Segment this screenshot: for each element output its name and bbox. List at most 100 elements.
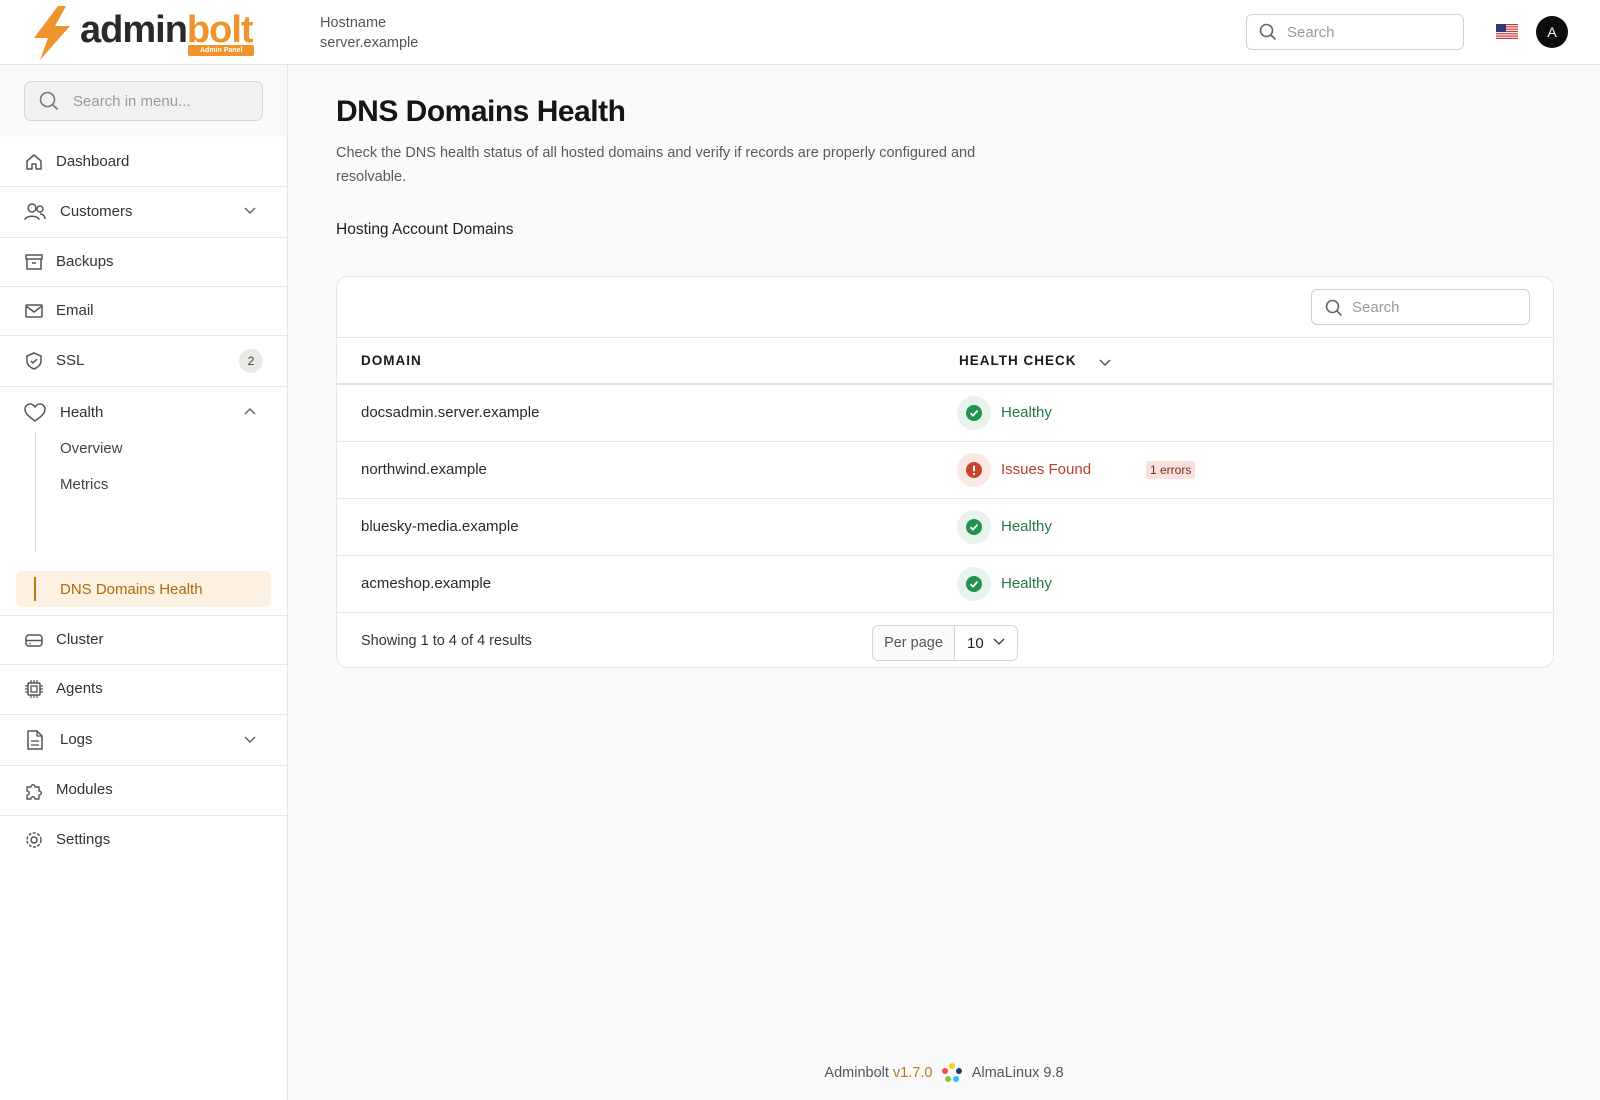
hostname-label: Hostname [320,15,387,31]
app-footer: Adminbolt v1.7.0 AlmaLinux 9.8 [288,1061,1600,1085]
table-row: docsadmin.server.example Healthy [337,385,1553,442]
domain-cell: northwind.example [361,461,487,478]
menu-search-input[interactable]: Search in menu... [24,81,263,121]
table-search-input[interactable]: Search [1311,289,1530,325]
mail-icon [25,304,43,318]
sidebar-subitem-dns-domains-health[interactable]: DNS Domains Health [60,581,203,598]
archive-icon [25,254,43,270]
healthy-status-icon [957,567,991,601]
sidebar-item-cluster[interactable]: Cluster [0,616,287,665]
puzzle-icon [26,784,42,800]
table-header: DOMAIN HEALTH CHECK [337,337,1553,385]
heart-icon [24,403,46,422]
sidebar-item-health: Health Overview Metrics DNS Domains Heal… [0,387,287,616]
healthy-status-icon [957,510,991,544]
sidebar-item-settings[interactable]: Settings [0,816,287,865]
exclamation-circle-icon [966,462,982,478]
status-text: Healthy [1001,518,1052,535]
check-circle-icon [966,519,982,535]
sidebar-item-label: Agents [56,680,103,697]
hostname-value: server.example [320,35,419,51]
file-icon [27,730,43,750]
chip-icon [25,680,43,698]
sidebar-item-agents[interactable]: Agents [0,665,287,715]
page-description: Check the DNS health status of all hoste… [336,145,976,185]
status-text: Issues Found [1001,461,1092,478]
column-header-health-check[interactable]: HEALTH CHECK [959,353,1077,368]
status-text: Healthy [1001,575,1052,592]
us-flag-icon[interactable] [1496,24,1518,39]
sidebar-search-area: Search in menu... [0,65,287,137]
app-name: Adminbolt [824,1064,889,1081]
global-search-input[interactable]: Search [1246,14,1464,50]
server-icon [25,634,43,647]
sidebar-subitem-metrics[interactable]: Metrics [60,476,108,493]
home-icon [26,154,42,170]
global-search-placeholder: Search [1287,24,1335,41]
os-name: AlmaLinux 9.8 [971,1064,1064,1081]
sidebar-item-label: Modules [56,781,113,798]
logo-badge: Admin Panel [188,45,255,56]
almalinux-logo-icon [942,1063,963,1082]
chevron-down-icon [993,638,1005,646]
per-page-select[interactable]: Per page 10 [872,625,1018,661]
table-row: bluesky-media.example Healthy [337,499,1553,556]
check-circle-icon [966,576,982,592]
table-row: northwind.example Issues Found 1 errors [337,442,1553,499]
sidebar-item-label: SSL [56,352,85,369]
sidebar-item-modules[interactable]: Modules [0,766,287,816]
domain-cell: bluesky-media.example [361,518,519,535]
search-icon [39,91,59,111]
adminbolt-logo[interactable]: adminbolt Admin Panel [30,6,260,60]
error-status-icon [957,453,991,487]
sidebar-item-label: Settings [56,831,111,848]
chevron-down-icon [244,207,256,215]
user-avatar[interactable]: A [1536,16,1568,48]
results-summary: Showing 1 to 4 of 4 results [361,633,532,649]
healthy-status-icon [957,396,991,430]
sidebar-item-logs[interactable]: Logs [0,715,287,766]
sidebar-item-label: Customers [60,203,133,220]
bolt-logo-icon [34,6,70,60]
shield-icon [26,352,42,370]
error-count-badge: 1 errors [1146,461,1196,479]
hostname-info: Hostname server.example [320,13,418,53]
chevron-down-icon [244,736,256,744]
active-indicator [34,577,36,601]
sidebar-subitem-overview[interactable]: Overview [60,440,123,457]
section-title: Hosting Account Domains [336,221,514,238]
top-bar: adminbolt Admin Panel Hostname server.ex… [0,0,1600,65]
table-search-placeholder: Search [1352,299,1400,316]
health-toggle[interactable]: Health [0,387,287,437]
ssl-count-badge: 2 [239,349,263,373]
sidebar-item-backups[interactable]: Backups [0,238,287,287]
sidebar-item-label: Cluster [56,631,104,648]
sidebar-item-dashboard[interactable]: Dashboard [0,137,287,187]
sidebar-item-label: Dashboard [56,153,130,170]
subnav-line [35,432,36,552]
sidebar: Search in menu... Dashboard Customers Ba… [0,65,288,1100]
search-icon [1259,23,1277,41]
domains-table-card: Search DOMAIN HEALTH CHECK docsadmin.ser… [336,276,1554,668]
sidebar-item-label: Backups [56,253,114,270]
check-circle-icon [966,405,982,421]
chevron-up-icon [244,407,256,415]
main-content: DNS Domains Health Check the DNS health … [288,65,1600,1100]
sidebar-item-label: Email [56,302,94,319]
search-icon [1325,299,1343,317]
page-title: DNS Domains Health [336,95,626,128]
sidebar-item-label: Logs [60,731,93,748]
per-page-label: Per page [873,626,955,660]
sidebar-item-label: Health [60,404,104,421]
sidebar-item-email[interactable]: Email [0,287,287,336]
column-header-domain: DOMAIN [361,353,422,368]
domain-cell: docsadmin.server.example [361,404,540,421]
sidebar-item-customers[interactable]: Customers [0,187,287,238]
status-text: Healthy [1001,404,1052,421]
sort-chevron-down-icon[interactable] [1099,359,1111,367]
sidebar-item-ssl[interactable]: SSL 2 [0,336,287,387]
menu-search-placeholder: Search in menu... [73,93,191,110]
table-row: acmeshop.example Healthy [337,556,1553,613]
domain-cell: acmeshop.example [361,575,492,592]
users-icon [24,203,46,221]
